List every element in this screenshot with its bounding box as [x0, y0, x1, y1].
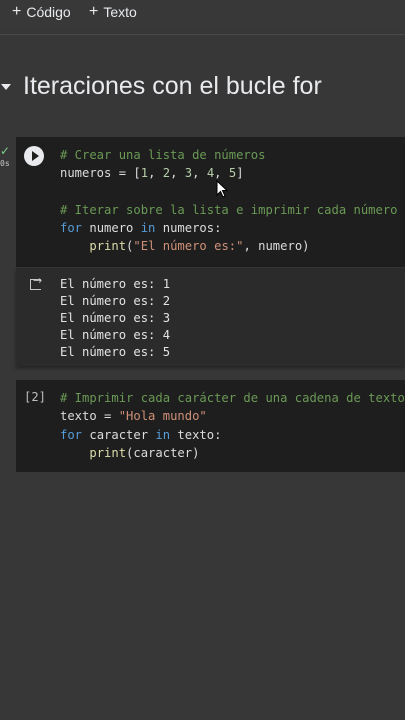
- code-editor-1[interactable]: # Crear una lista de números numeros = [1…: [60, 146, 398, 256]
- code-line: numeros = [1, 2, 3, 4, 5]: [60, 166, 244, 181]
- output-line: El número es: 3: [60, 310, 171, 325]
- cell-exec-status: ✓ 0s: [0, 145, 14, 168]
- output-line: El número es: 1: [60, 277, 171, 291]
- code-line: print(caracter): [89, 445, 200, 460]
- code-line: print("El número es:", numero): [89, 239, 310, 254]
- add-text-button[interactable]: + Texto: [89, 3, 137, 21]
- code-line: # Iterar sobre la lista e imprimir cada …: [60, 202, 398, 217]
- cell-output-1: El número es: 1 El número es: 2 El númer…: [16, 268, 405, 366]
- output-line: El número es: 5: [60, 344, 171, 359]
- check-icon: ✓: [0, 144, 11, 158]
- code-line: texto = "Hola mundo": [60, 409, 207, 424]
- collapse-caret-icon[interactable]: [1, 84, 11, 90]
- section-header: Iteraciones con el bucle for: [0, 72, 405, 106]
- add-text-label: Texto: [103, 4, 137, 20]
- run-cell-button[interactable]: [24, 146, 44, 166]
- output-icon[interactable]: [30, 274, 42, 290]
- code-line: for caracter in texto:: [60, 427, 222, 442]
- notebook-toolbar: + Código + Texto: [0, 0, 405, 30]
- output-line: El número es: 4: [60, 327, 171, 342]
- toolbar-divider: [0, 34, 405, 35]
- code-line: for numero in numeros:: [60, 221, 222, 236]
- section-title: Iteraciones con el bucle for: [23, 72, 322, 100]
- mouse-cursor-icon: [216, 180, 228, 198]
- exec-count: [2]: [24, 390, 47, 404]
- output-line: El número es: 2: [60, 293, 171, 308]
- plus-icon: +: [89, 3, 99, 20]
- add-code-button[interactable]: + Código: [12, 3, 71, 21]
- output-text: El número es: 1 El número es: 2 El númer…: [60, 276, 170, 361]
- code-line: # Imprimir cada carácter de una cadena d…: [60, 391, 405, 405]
- code-editor-2[interactable]: # Imprimir cada carácter de una cadena d…: [60, 389, 405, 462]
- code-cell-1[interactable]: # Crear una lista de números numeros = [1…: [16, 137, 405, 267]
- exec-time: 0s: [0, 159, 10, 168]
- add-code-label: Código: [26, 4, 71, 20]
- code-line: # Crear una lista de números: [60, 148, 266, 162]
- code-cell-2[interactable]: [2] # Imprimir cada carácter de una cade…: [16, 380, 405, 472]
- plus-icon: +: [12, 3, 22, 20]
